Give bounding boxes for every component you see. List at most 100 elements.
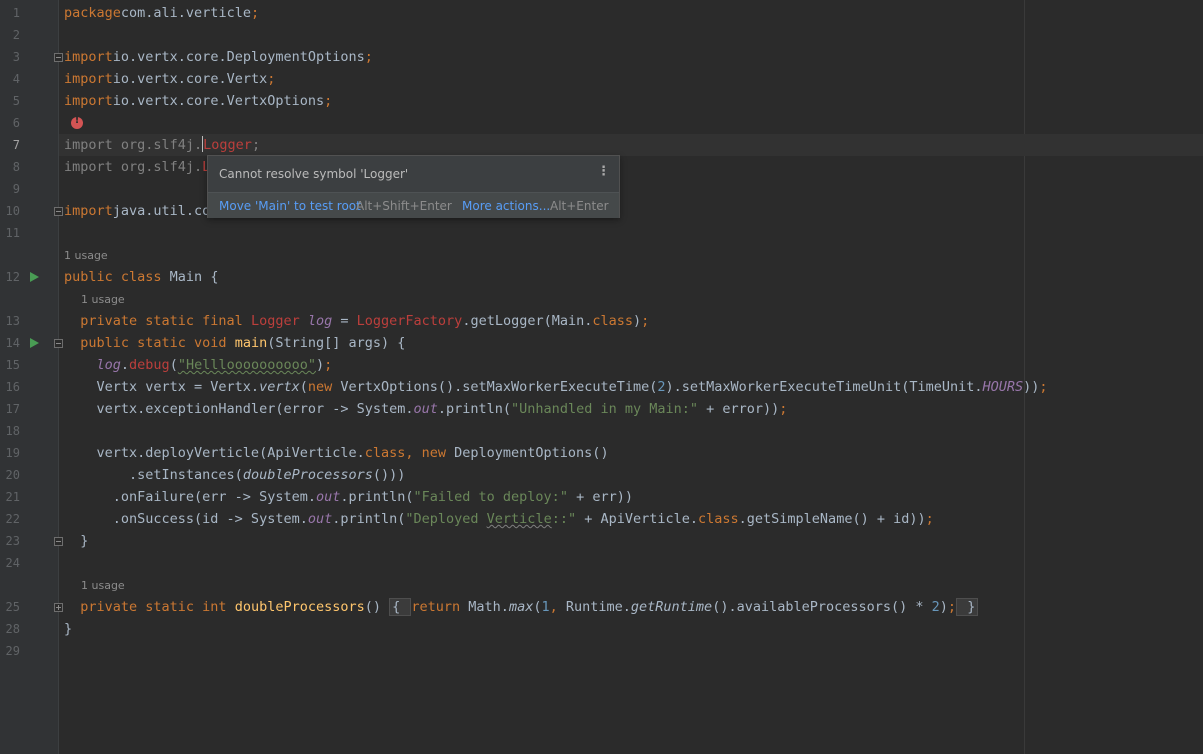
line-number[interactable]: 11 — [0, 222, 20, 244]
code-line[interactable]: 6 — [0, 112, 1203, 134]
line-number[interactable]: 1 — [0, 2, 20, 24]
code-token: Logger — [250, 313, 300, 329]
line-code[interactable]: .onFailure(err -> System.out.println("Fa… — [64, 486, 633, 508]
code-line[interactable]: 29 — [0, 640, 1203, 662]
line-number[interactable]: 21 — [0, 486, 20, 508]
line-code[interactable]: public class Main { — [64, 266, 218, 288]
fold-imports-end-icon[interactable] — [54, 207, 63, 216]
run-main-icon[interactable] — [30, 338, 39, 348]
line-code[interactable]: } — [64, 530, 88, 552]
line-code[interactable]: vertx.deployVerticle(ApiVerticle.class, … — [64, 442, 609, 464]
quick-fix-bar: Move 'Main' to test root Alt+Shift+Enter… — [208, 192, 619, 218]
code-line[interactable]: 1 packagecom.ali.verticle; — [0, 2, 1203, 24]
line-code[interactable]: } — [64, 618, 72, 640]
line-number[interactable]: 8 — [0, 156, 20, 178]
code-token: )) — [1023, 379, 1040, 395]
line-number[interactable]: 14 — [0, 332, 20, 354]
code-token: ).setMaxWorkerExecuteTimeUnit(TimeUnit. — [665, 379, 983, 395]
line-code[interactable]: importio.vertx.core.DeploymentOptions; — [64, 46, 373, 68]
code-token: log — [307, 313, 333, 329]
line-code[interactable]: log.debug("Hellloooooooooo"); — [64, 354, 333, 376]
code-line[interactable]: 12 public class Main { — [0, 266, 1203, 288]
code-line[interactable]: 22 .onSuccess(id -> System.out.println("… — [0, 508, 1203, 530]
line-number[interactable]: 13 — [0, 310, 20, 332]
code-token: import — [64, 49, 113, 65]
line-code[interactable]: public static void main(String[] args) { — [64, 332, 405, 354]
code-token: ; — [267, 71, 276, 87]
line-code[interactable]: private static final Logger log = Logger… — [64, 310, 649, 332]
code-line[interactable]: 28} — [0, 618, 1203, 640]
expand-double-processors-icon[interactable] — [54, 603, 63, 612]
error-bulb-icon[interactable] — [71, 115, 83, 129]
line-code[interactable]: vertx.exceptionHandler(error -> System.o… — [64, 398, 788, 420]
code-line[interactable]: 14 public static void main(String[] args… — [0, 332, 1203, 354]
code-token: vertx.deployVerticle(ApiVerticle. — [64, 445, 365, 461]
line-number[interactable]: 20 — [0, 464, 20, 486]
code-token: log — [96, 357, 121, 373]
line-number[interactable]: 22 — [0, 508, 20, 530]
code-line[interactable]: 25 private static int doubleProcessors()… — [0, 596, 1203, 618]
line-code[interactable]: packagecom.ali.verticle; — [64, 2, 259, 24]
line-number[interactable]: 29 — [0, 640, 20, 662]
line-number[interactable]: 18 — [0, 420, 20, 442]
code-token: "Hellloooooooooo" — [177, 357, 316, 373]
more-options-icon[interactable]: ⋮ — [597, 164, 610, 179]
fold-main-end-icon[interactable] — [54, 537, 63, 546]
line-number[interactable]: 9 — [0, 178, 20, 200]
usage-hint-double-processors[interactable]: 1 usage — [81, 575, 125, 597]
line-number[interactable]: 23 — [0, 530, 20, 552]
line-number[interactable]: 7 — [0, 134, 20, 156]
line-code[interactable]: importio.vertx.core.VertxOptions; — [64, 90, 332, 112]
line-number[interactable]: 15 — [0, 354, 20, 376]
code-line[interactable]: 7 import org.slf4j.Logger; — [0, 134, 1203, 156]
code-line[interactable]: 23 } — [0, 530, 1203, 552]
usage-hint-class[interactable]: 1 usage — [64, 245, 108, 267]
code-line[interactable]: 15 log.debug("Hellloooooooooo"); — [0, 354, 1203, 376]
line-number[interactable]: 28 — [0, 618, 20, 640]
code-token: ().availableProcessors() * — [712, 599, 932, 615]
line-code[interactable]: .setInstances(doubleProcessors())) — [64, 464, 405, 486]
line-number[interactable]: 19 — [0, 442, 20, 464]
code-editor[interactable]: 1 packagecom.ali.verticle; 2 3 importio.vert… — [0, 0, 1203, 754]
code-line[interactable]: 4 importio.vertx.core.Vertx; — [0, 68, 1203, 90]
code-token: ) — [633, 313, 642, 329]
usage-hint-log-field[interactable]: 1 usage — [81, 289, 125, 311]
folded-region: } — [956, 598, 979, 616]
code-line[interactable]: 16 Vertx vertx = Vertx.vertx(new VertxOp… — [0, 376, 1203, 398]
code-line[interactable]: 2 — [0, 24, 1203, 46]
line-number[interactable]: 3 — [0, 46, 20, 68]
move-to-test-root-link[interactable]: Move 'Main' to test root — [219, 199, 361, 213]
code-line[interactable]: 3 importio.vertx.core.DeploymentOptions; — [0, 46, 1203, 68]
more-actions-link[interactable]: More actions... — [462, 199, 550, 213]
code-line[interactable]: 21 .onFailure(err -> System.out.println(… — [0, 486, 1203, 508]
line-code[interactable]: private static int doubleProcessors() { … — [64, 596, 979, 618]
line-code[interactable]: importio.vertx.core.Vertx; — [64, 68, 275, 90]
code-line[interactable]: 17 vertx.exceptionHandler(error -> Syste… — [0, 398, 1203, 420]
code-line[interactable]: 13 private static final Logger log = Log… — [0, 310, 1203, 332]
line-number[interactable]: 25 — [0, 596, 20, 618]
line-number[interactable]: 16 — [0, 376, 20, 398]
code-line[interactable]: 19 vertx.deployVerticle(ApiVerticle.clas… — [0, 442, 1203, 464]
run-class-icon[interactable] — [30, 272, 39, 282]
fold-imports-icon[interactable] — [54, 53, 63, 62]
line-number[interactable]: 2 — [0, 24, 20, 46]
line-code[interactable]: .onSuccess(id -> System.out.println("Dep… — [64, 508, 934, 530]
code-token: private static int — [64, 599, 235, 615]
line-number[interactable]: 17 — [0, 398, 20, 420]
line-number[interactable]: 4 — [0, 68, 20, 90]
code-line[interactable]: 18 — [0, 420, 1203, 442]
line-number[interactable]: 5 — [0, 90, 20, 112]
line-number[interactable]: 6 — [0, 112, 20, 134]
line-number[interactable]: 24 — [0, 552, 20, 574]
line-code[interactable]: Vertx vertx = Vertx.vertx(new VertxOptio… — [64, 376, 1048, 398]
line-number[interactable]: 12 — [0, 266, 20, 288]
code-line[interactable]: 5 importio.vertx.core.VertxOptions; — [0, 90, 1203, 112]
line-number[interactable]: 10 — [0, 200, 20, 222]
code-line[interactable]: 24 — [0, 552, 1203, 574]
fold-main-method-icon[interactable] — [54, 339, 63, 348]
line-code[interactable]: import org.slf4j.Logger; — [64, 134, 260, 156]
code-token: "Deployed — [405, 511, 487, 527]
code-line[interactable]: 20 .setInstances(doubleProcessors())) — [0, 464, 1203, 486]
code-line[interactable]: 11 — [0, 222, 1203, 244]
